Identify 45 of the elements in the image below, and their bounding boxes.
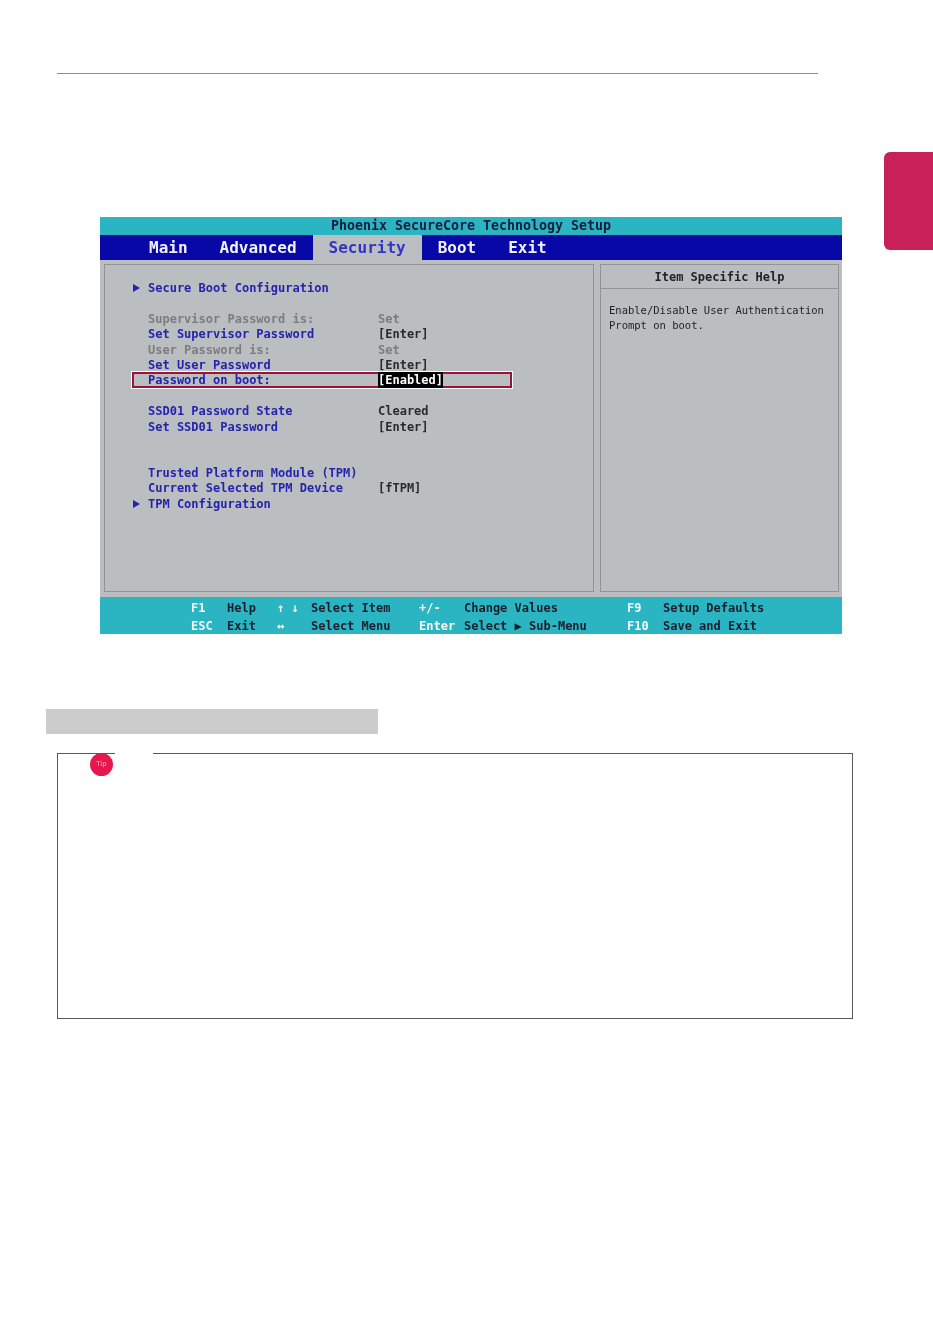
submenu-item[interactable]: TPM Configuration <box>148 495 378 512</box>
key-label: F9 <box>627 600 643 617</box>
key-label: ↑ ↓ <box>277 600 300 617</box>
key-action: Select ▶ Sub-Menu <box>464 618 588 635</box>
key-action: Help <box>227 600 257 617</box>
menu-tab[interactable]: Exit <box>492 235 563 260</box>
triangle-icon <box>133 499 140 508</box>
setting-label[interactable]: Current Selected TPM Device <box>148 480 378 497</box>
key-label: F1 <box>191 600 207 617</box>
submenu-item[interactable]: Secure Boot Configuration <box>148 280 378 296</box>
key-label: Enter <box>419 618 457 635</box>
menu-tab[interactable]: Boot <box>421 235 493 260</box>
triangle-icon <box>133 284 140 292</box>
setting-value: [Enabled] <box>378 372 444 389</box>
setting-label[interactable]: Password on boot: <box>148 372 378 389</box>
setting-value: [Enter] <box>378 326 429 343</box>
setting-label[interactable]: Set SSD01 Password <box>148 418 378 435</box>
key-action: Exit <box>227 618 257 635</box>
key-action: Select Item <box>311 600 392 617</box>
setting-label: Supervisor Password is: <box>148 310 316 327</box>
menu-tab[interactable]: Security <box>312 235 422 260</box>
setting-value: Set <box>378 310 400 327</box>
key-action: Select Menu <box>311 618 392 635</box>
setting-label[interactable]: SSD01 Password State <box>148 403 378 420</box>
help-text: Enable/Disable User Authentication Prompt on boot. <box>608 303 825 333</box>
key-action: Setup Defaults <box>663 600 765 617</box>
setting-label[interactable]: Set Supervisor Password <box>148 326 378 343</box>
help-title: Item Specific Help <box>654 268 785 285</box>
key-label: ESC <box>191 618 214 635</box>
setting-value: [fTPM] <box>378 480 422 497</box>
setting-label[interactable]: Set User Password <box>148 357 378 373</box>
menu-tab[interactable]: Advanced <box>203 235 313 260</box>
key-action: Change Values <box>464 600 559 617</box>
setting-value: Set <box>378 341 400 358</box>
menu-tab[interactable]: Main <box>133 235 204 260</box>
key-label: +/- <box>419 600 442 617</box>
key-action: Save and Exit <box>663 618 758 635</box>
key-label: ↔ <box>277 618 286 635</box>
setup-title: Phoenix SecureCore Technology Setup <box>330 218 612 234</box>
setting-value: [Enter] <box>378 357 429 373</box>
setting-label: User Password is: <box>148 341 272 358</box>
section-heading: Trusted Platform Module (TPM) <box>148 464 359 481</box>
setting-value: Cleared <box>378 403 429 420</box>
key-label: F10 <box>627 618 650 635</box>
setting-value: [Enter] <box>378 418 429 435</box>
